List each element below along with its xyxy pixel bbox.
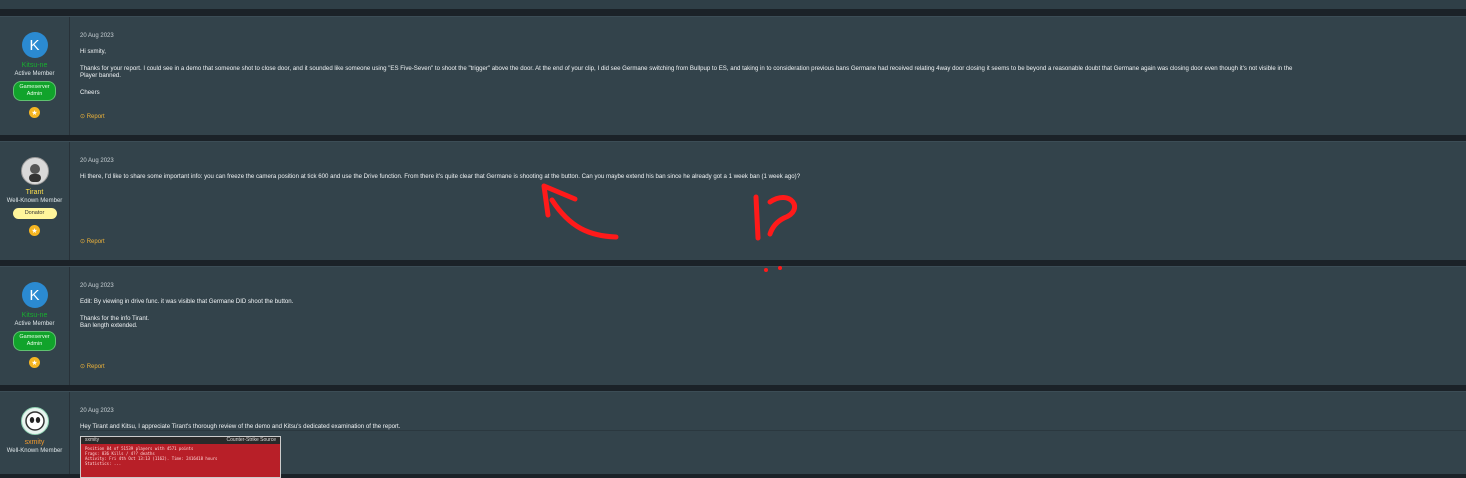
report-link[interactable]: ⊙ Report: [80, 113, 105, 120]
post-3-content: 20 Aug 2023 Edit: By viewing in drive fu…: [80, 267, 1466, 385]
user-title: Well-Known Member: [6, 448, 63, 454]
report-label: Report: [86, 239, 105, 245]
post-body: Hi there, I'd like to share some importa…: [80, 173, 1460, 190]
post-2-user-panel: Tirant Well-Known Member Donator ★: [0, 142, 70, 260]
post-paragraph: Edit: By viewing in drive func. it was v…: [80, 298, 294, 305]
thumbnail-game: Counter-Strike Source: [226, 437, 276, 443]
username[interactable]: Kitsu-ne: [22, 312, 48, 319]
post-date[interactable]: 20 Aug 2023: [80, 33, 114, 39]
trophy-icon[interactable]: ★: [29, 107, 40, 118]
post-date[interactable]: 20 Aug 2023: [80, 408, 114, 414]
post-3-user-panel: K Kitsu-ne Active Member Gameserver Admi…: [0, 267, 70, 385]
username[interactable]: Tirant: [26, 189, 44, 196]
post-1-user-panel: K Kitsu-ne Active Member Gameserver Admi…: [0, 17, 70, 135]
post-paragraph: Hi sxmity,: [80, 48, 106, 55]
post-body: Edit: By viewing in drive func. it was v…: [80, 298, 1460, 339]
post-paragraph: Thanks for your report. I could see in a…: [80, 64, 1293, 80]
post-paragraph: Cheers: [80, 88, 100, 96]
post-4: sxmity Well-Known Member 20 Aug 2023 Hey…: [0, 391, 1466, 478]
thumbnail-lines: Position 84 of 51539 players with 4571 p…: [85, 446, 218, 466]
thumbnail-player: sxmity: [85, 437, 100, 443]
trophy-icon[interactable]: ★: [29, 225, 40, 236]
report-icon: ⊙: [80, 364, 87, 370]
post-body: Hey Tirant and Kitsu, I appreciate Tiran…: [80, 423, 1460, 440]
post-divider: [80, 430, 1466, 431]
trophy-icon[interactable]: ★: [29, 357, 40, 368]
user-banner: Donator: [12, 208, 57, 219]
user-title: Active Member: [14, 321, 55, 327]
report-label: Report: [86, 114, 105, 120]
thumbnail-header: sxmity Counter-Strike Source: [81, 437, 280, 444]
post-1: K Kitsu-ne Active Member Gameserver Admi…: [0, 16, 1466, 135]
avatar-ghost-icon: [24, 411, 45, 431]
post-2-content: 20 Aug 2023 Hi there, I'd like to share …: [80, 142, 1466, 260]
username[interactable]: Kitsu-ne: [22, 62, 48, 69]
user-title: Well-Known Member: [6, 198, 63, 204]
avatar[interactable]: [20, 157, 49, 185]
username[interactable]: sxmity: [25, 439, 45, 446]
post-date[interactable]: 20 Aug 2023: [80, 158, 114, 164]
previous-post-edge: [0, 0, 1466, 9]
post-3: K Kitsu-ne Active Member Gameserver Admi…: [0, 266, 1466, 385]
post-4-user-panel: sxmity Well-Known Member: [0, 392, 70, 474]
post-date[interactable]: 20 Aug 2023: [80, 283, 114, 289]
post-4-content: 20 Aug 2023 Hey Tirant and Kitsu, I appr…: [80, 392, 1466, 478]
avatar[interactable]: [20, 407, 49, 435]
post-1-content: 20 Aug 2023 Hi sxmity, Thanks for your r…: [80, 17, 1466, 135]
post-paragraph: Hi there, I'd like to share some importa…: [80, 173, 801, 180]
report-link[interactable]: ⊙ Report: [80, 363, 105, 370]
avatar[interactable]: K: [21, 282, 48, 308]
user-title: Active Member: [14, 71, 55, 77]
report-icon: ⊙: [80, 114, 87, 120]
post-body: Hi sxmity, Thanks for your report. I cou…: [80, 48, 1460, 105]
user-banner: Gameserver Admin: [13, 331, 56, 351]
stats-image-thumbnail[interactable]: sxmity Counter-Strike Source Position 84…: [80, 436, 281, 478]
avatar-portrait-icon: [28, 164, 41, 182]
report-icon: ⊙: [80, 239, 87, 245]
user-banner: Gameserver Admin: [13, 81, 56, 101]
avatar[interactable]: K: [21, 32, 48, 58]
post-2: Tirant Well-Known Member Donator ★ 20 Au…: [0, 141, 1466, 260]
report-link[interactable]: ⊙ Report: [80, 238, 105, 245]
report-label: Report: [86, 364, 105, 370]
post-paragraph: Thanks for the info Tirant. Ban length e…: [80, 314, 150, 330]
